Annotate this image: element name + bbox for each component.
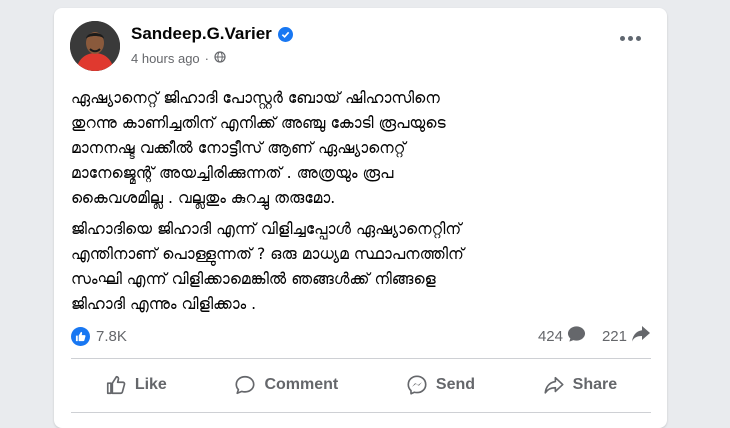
reactions-divider	[71, 358, 651, 359]
comment-count: 424	[537, 327, 563, 345]
avatar-image	[70, 21, 120, 71]
author-avatar[interactable]	[70, 21, 120, 71]
post-meta: 4 hours ago ·	[131, 51, 226, 66]
share-label: Share	[572, 376, 618, 393]
send-button[interactable]: Send	[406, 374, 475, 396]
author-name-text[interactable]: Sandeep.G.Varier	[131, 24, 272, 44]
comment-button[interactable]: Comment	[234, 374, 338, 396]
post-card: Sandeep.G.Varier 4 hours ago · ഏഷ്യാനെറ്…	[54, 8, 667, 428]
engagement-stats: 424 221	[538, 325, 651, 347]
share-count-stat[interactable]: 221	[602, 325, 651, 347]
share-icon	[543, 374, 565, 396]
action-bar: Like Comment Send Share	[71, 370, 651, 400]
reaction-bar: 7.8K 424 221	[71, 325, 651, 347]
like-summary[interactable]: 7.8K	[71, 326, 127, 346]
thumbs-up-icon	[71, 326, 90, 346]
comment-bubble-icon	[567, 325, 586, 347]
like-button[interactable]: Like	[105, 374, 167, 396]
author-name[interactable]: Sandeep.G.Varier	[131, 24, 293, 44]
comment-count-stat[interactable]: 424	[538, 325, 586, 347]
messenger-icon	[406, 374, 428, 396]
like-label: Like	[134, 376, 167, 393]
share-count: 221	[601, 327, 627, 345]
post-paragraph-2: ജിഹാദിയെ ജിഹാദി എന്ന് വിളിച്ചപ്പോൾ ഏഷ്യാ…	[71, 220, 464, 313]
globe-icon[interactable]	[214, 51, 226, 66]
comment-icon	[234, 374, 256, 396]
send-label: Send	[435, 376, 476, 393]
more-options-icon[interactable]	[620, 36, 641, 41]
verified-badge-icon	[277, 26, 293, 42]
like-icon	[105, 374, 127, 396]
comments-divider	[71, 412, 651, 413]
like-count: 7.8K	[96, 327, 127, 345]
comment-label: Comment	[264, 376, 339, 393]
post-paragraph-1: ഏഷ്യാനെറ്റ് ജിഹാദി പോസ്റ്റർ ബോയ് ഷിഹാസിന…	[71, 89, 446, 207]
share-arrow-icon	[631, 325, 651, 347]
post-timestamp[interactable]: 4 hours ago	[131, 51, 200, 66]
meta-separator: ·	[204, 51, 210, 66]
share-button[interactable]: Share	[543, 374, 617, 396]
post-body: ഏഷ്യാനെറ്റ് ജിഹാദി പോസ്റ്റർ ബോയ് ഷിഹാസിന…	[71, 86, 651, 323]
